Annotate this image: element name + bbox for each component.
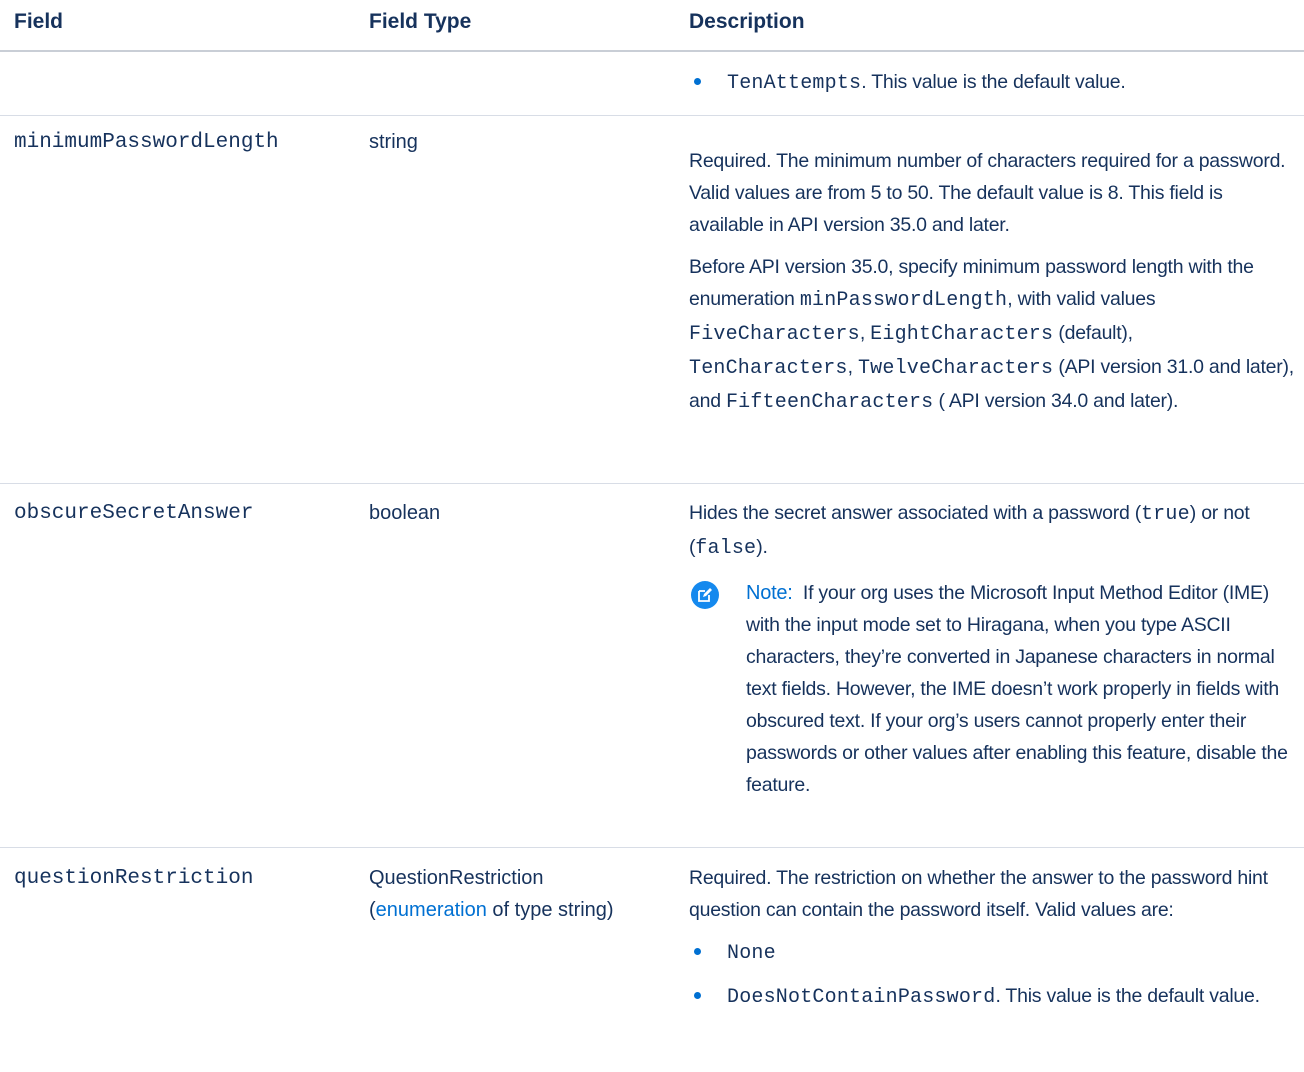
- field-type: boolean: [369, 502, 441, 524]
- bullet-icon: [694, 948, 701, 955]
- field-name: minimumPasswordLength: [14, 131, 279, 154]
- row-divider: [0, 115, 1304, 116]
- field-type: string: [369, 131, 418, 153]
- note-label: Note:: [746, 582, 793, 604]
- note-callout: Note: If your org uses the Microsoft Inp…: [689, 577, 1301, 801]
- description-paragraph: Required. The restriction on whether the…: [689, 867, 1268, 921]
- field-name: obscureSecretAnswer: [14, 502, 254, 525]
- code-value: DoesNotContainPassword: [727, 986, 996, 1009]
- code-value: TenAttempts: [727, 72, 862, 95]
- bullet-icon: [694, 78, 701, 85]
- code-value: true: [1140, 503, 1190, 526]
- description-paragraph: Before API version 35.0, specify minimum…: [689, 256, 1294, 414]
- description-paragraph: Hides the secret answer associated with …: [689, 502, 1250, 560]
- list-item-text: . This value is the default value.: [995, 985, 1260, 1007]
- table-row-continued-description: TenAttempts. This value is the default v…: [689, 66, 1301, 100]
- code-value: false: [695, 537, 757, 560]
- enumeration-link[interactable]: enumeration: [376, 899, 487, 921]
- code-value: FiveCharacters: [689, 323, 860, 346]
- column-header-field: Field: [14, 10, 64, 33]
- column-header-field-type: Field Type: [369, 10, 472, 33]
- list-item-text: . This value is the default value.: [861, 71, 1126, 93]
- field-description: Required. The restriction on whether the…: [689, 862, 1301, 1014]
- field-description: Required. The minimum number of characte…: [689, 145, 1301, 419]
- code-value: None: [727, 942, 776, 965]
- edit-note-icon: [691, 581, 719, 609]
- list-item: TenAttempts. This value is the default v…: [689, 66, 1301, 100]
- bullet-icon: [694, 992, 701, 999]
- list-item: DoesNotContainPassword. This value is th…: [689, 980, 1301, 1014]
- description-paragraph: Required. The minimum number of characte…: [689, 150, 1286, 236]
- note-text: Note: If your org uses the Microsoft Inp…: [746, 582, 1288, 796]
- code-value: TenCharacters: [689, 357, 848, 380]
- column-header-description: Description: [689, 10, 805, 33]
- field-name: questionRestriction: [14, 867, 254, 890]
- field-description: Hides the secret answer associated with …: [689, 497, 1301, 801]
- list-item: None: [689, 936, 1301, 970]
- code-value: TwelveCharacters: [857, 357, 1054, 380]
- code-value: EightCharacters: [870, 323, 1054, 346]
- field-type-name: QuestionRestriction: [369, 867, 544, 889]
- row-divider: [0, 847, 1304, 848]
- row-divider: [0, 483, 1304, 484]
- code-value: FifteenCharacters: [725, 391, 934, 414]
- code-value: minPasswordLength: [799, 289, 1008, 312]
- field-reference-table: Field Field Type Description TenAttempts…: [0, 0, 1304, 1072]
- header-divider: [0, 50, 1304, 52]
- field-type: QuestionRestriction (enumeration of type…: [369, 862, 614, 926]
